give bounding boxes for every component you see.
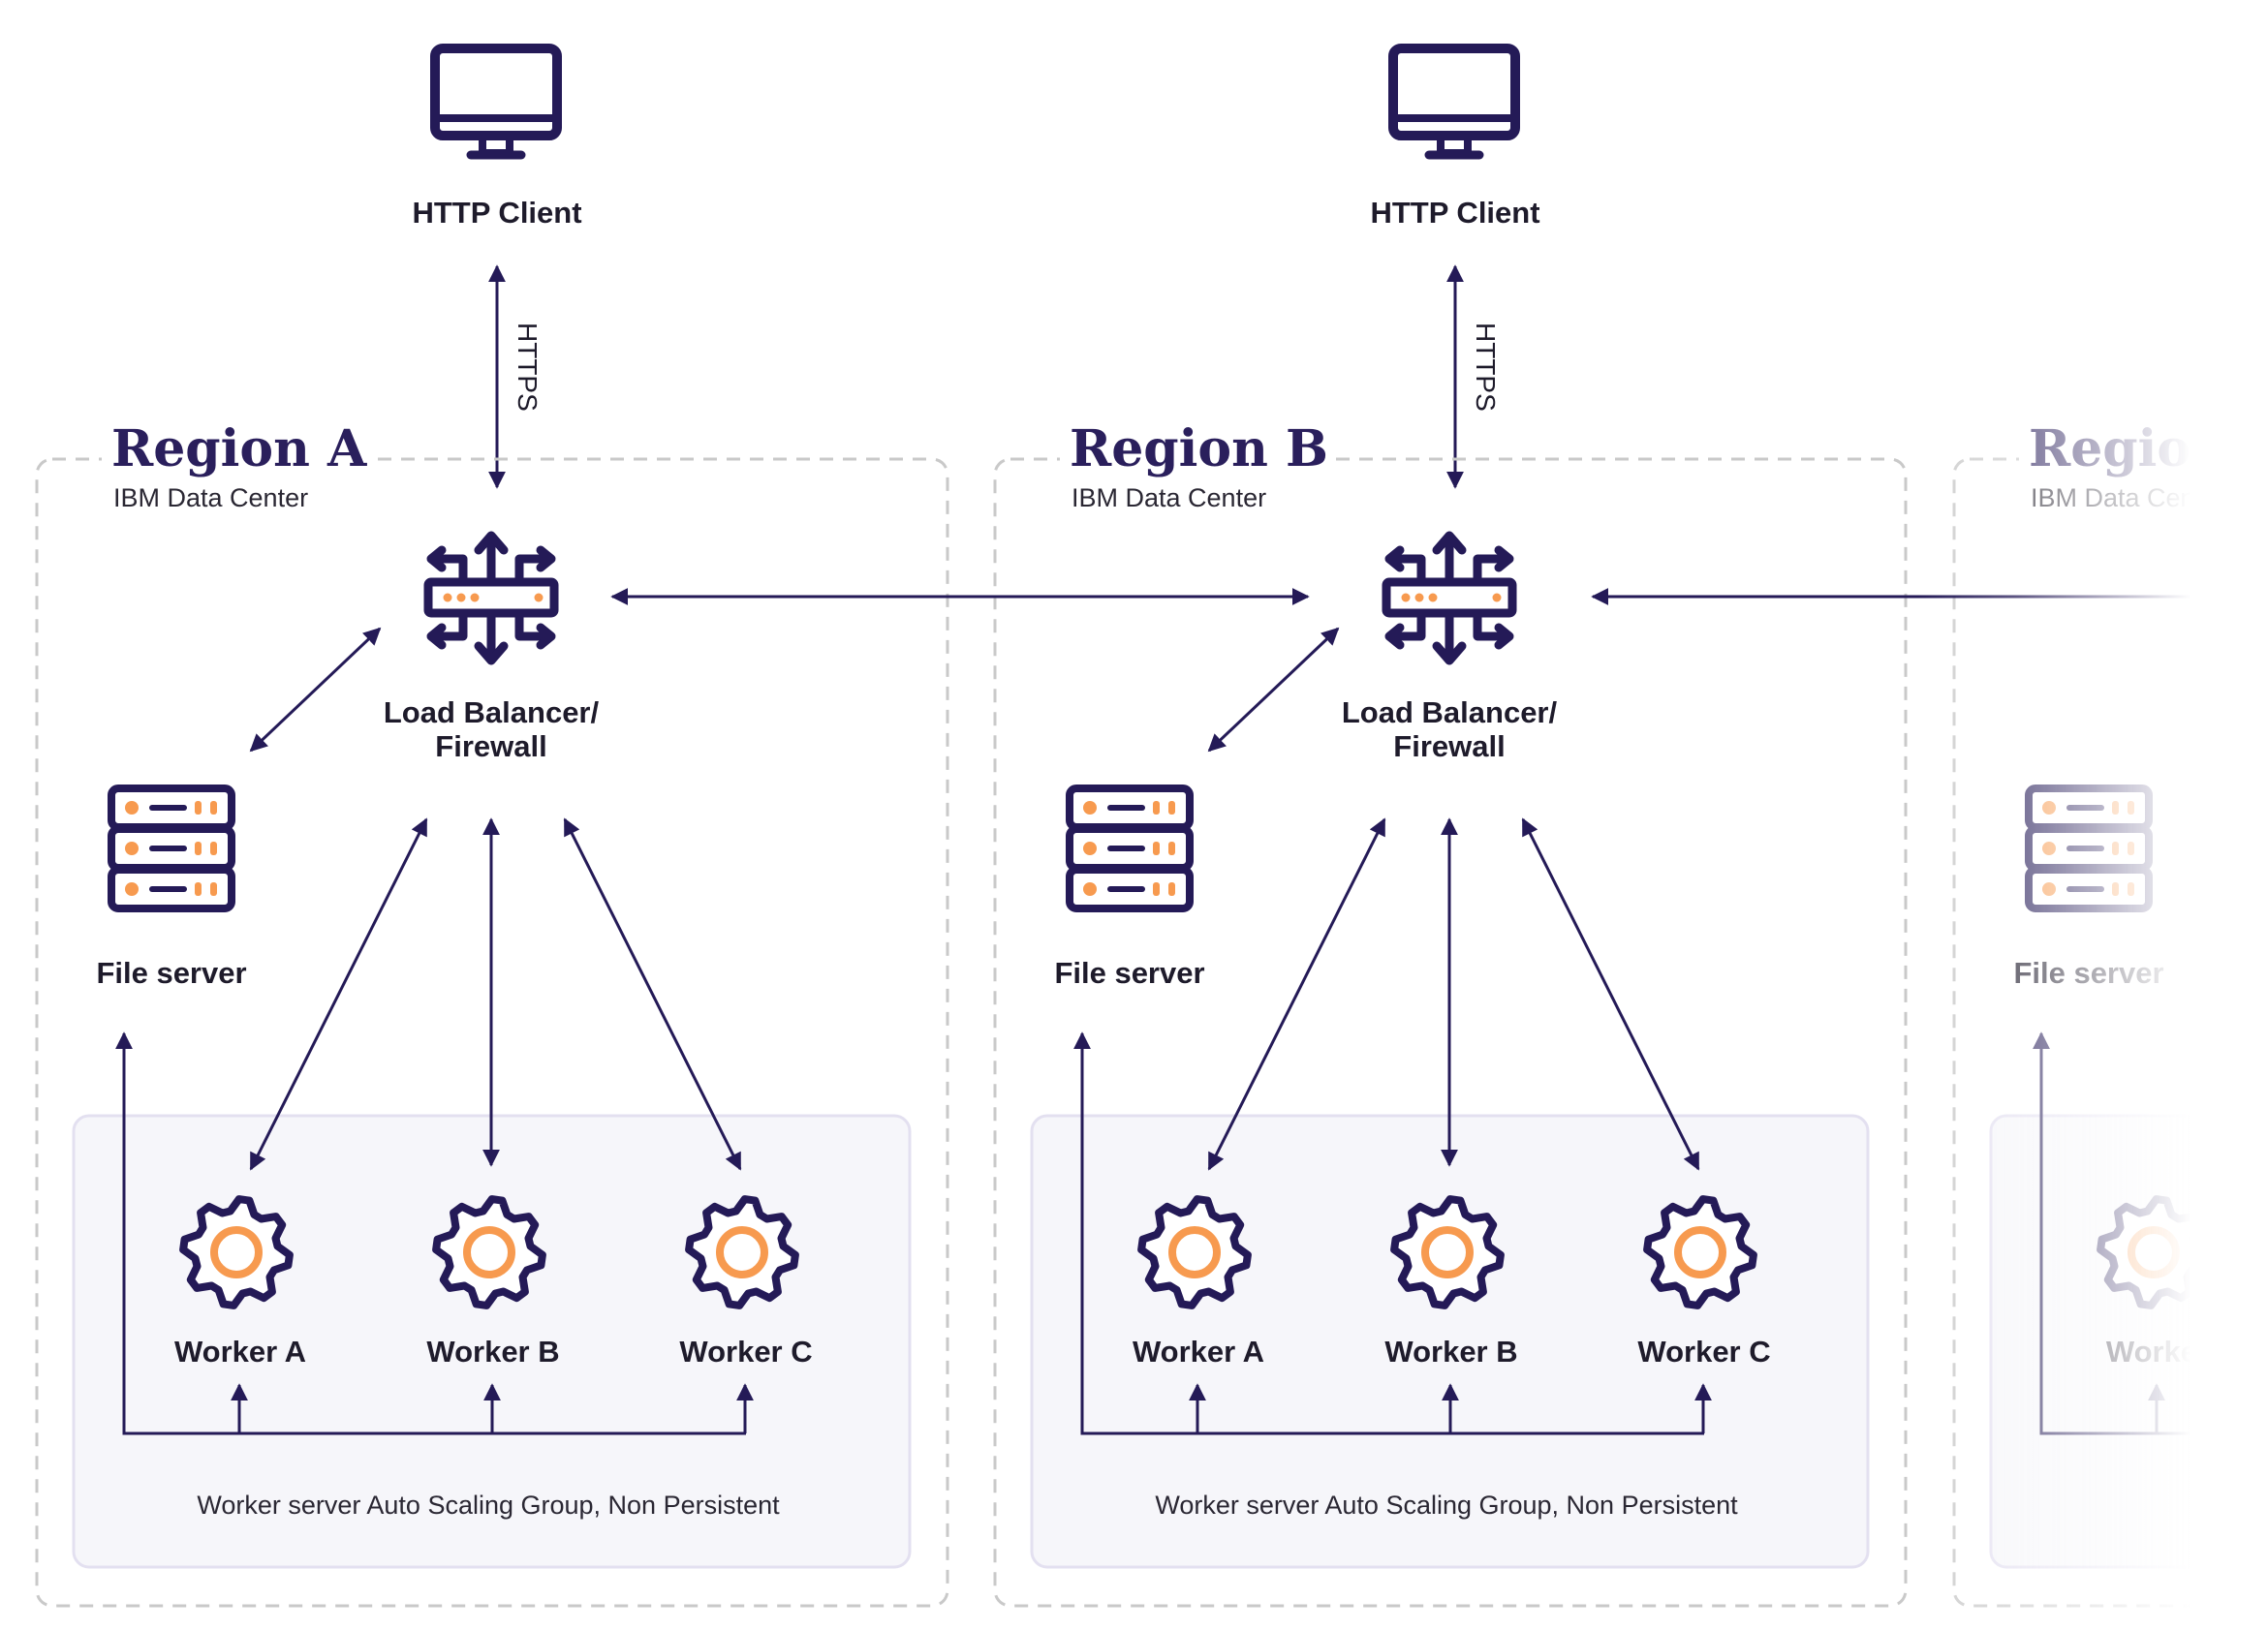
region-title: Region (2029, 419, 2227, 478)
gear-icon (432, 1195, 546, 1309)
region-subtitle: IBM Data Center (2031, 483, 2225, 512)
architecture-diagram: HTTP ClientHTTPSRegion AIBM Data Center … (35, 44, 2268, 1608)
https-label: HTTPS (1471, 323, 1501, 412)
region-title: Region B (1070, 419, 1328, 478)
file-server-label: File server (96, 956, 246, 990)
lb-file-server-link (249, 627, 382, 753)
file-server-icon (1066, 785, 1194, 912)
gear-icon (2097, 1195, 2211, 1309)
group-caption: Worker server Auto Scaling Group, Non Pe… (197, 1491, 780, 1520)
gear-icon (1390, 1195, 1505, 1309)
gear-icon (1643, 1195, 1757, 1309)
load-balancer-label: Load Balancer/ (384, 695, 600, 729)
worker-label: Worker A (174, 1335, 306, 1369)
firewall-label: Firewall (1393, 729, 1505, 763)
group-caption: Worker server Auto Scaling Group, Non Pe… (1155, 1491, 1738, 1520)
worker-label: Worker C (679, 1335, 812, 1369)
file-server-label: File server (2013, 956, 2163, 990)
file-server-icon (2025, 785, 2153, 912)
lb-file-server-link (1207, 627, 1340, 753)
worker-label: Worker A (1133, 1335, 1264, 1369)
worker-label: Worker (2106, 1335, 2209, 1369)
region-subtitle: IBM Data Center (1072, 483, 1266, 512)
worker-label: Worker B (426, 1335, 559, 1369)
monitor-icon (430, 44, 562, 160)
http-client-label: HTTP Client (1370, 196, 1539, 230)
file-server-label: File server (1054, 956, 1204, 990)
monitor-icon (1388, 44, 1520, 160)
load-balancer-label: Load Balancer/ (1342, 695, 1558, 729)
region-subtitle: IBM Data Center (113, 483, 308, 512)
gear-icon (179, 1195, 294, 1309)
worker-label: Worker B (1384, 1335, 1517, 1369)
region-title: Region A (111, 419, 367, 478)
firewall-label: Firewall (435, 729, 546, 763)
https-label: HTTPS (513, 323, 543, 412)
http-client-label: HTTP Client (412, 196, 581, 230)
worker-label: Worker C (1637, 1335, 1770, 1369)
gear-icon (685, 1195, 799, 1309)
file-server-icon (108, 785, 235, 912)
region-a: HTTP ClientHTTPSRegion AIBM Data Center … (35, 44, 949, 1608)
gear-icon (1137, 1195, 1252, 1309)
region-b: HTTP ClientHTTPSRegion BIBM Data Center … (993, 44, 1908, 1608)
